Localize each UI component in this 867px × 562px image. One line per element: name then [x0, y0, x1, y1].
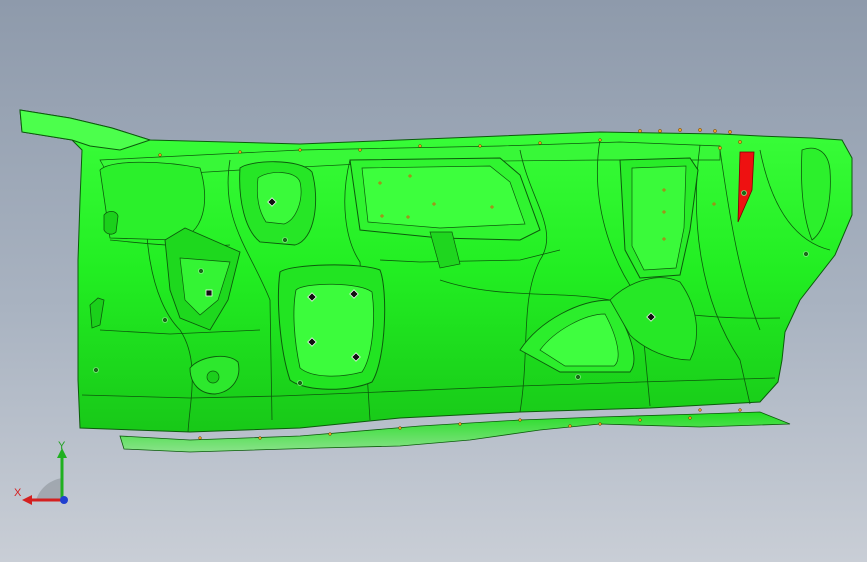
- left-tab: [19, 109, 152, 151]
- part-model[interactable]: [0, 0, 867, 562]
- z-axis-dot: [60, 496, 68, 504]
- 3d-viewport[interactable]: Y X: [0, 0, 867, 562]
- x-axis-label: X: [14, 487, 22, 499]
- coordinate-triad: Y X: [14, 440, 68, 505]
- xz-plane-shade: [36, 478, 62, 500]
- y-axis-label: Y: [58, 440, 66, 452]
- x-axis-arrow: [22, 495, 32, 505]
